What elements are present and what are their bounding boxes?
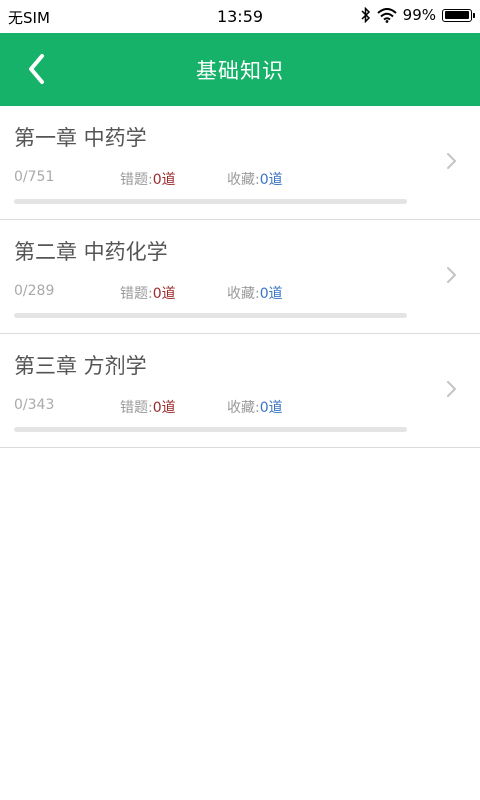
chapter-item-2[interactable]: 第二章 中药化学 0/289 错题:0道 收藏:0道 <box>0 220 480 334</box>
favorite-count: 收藏:0道 <box>227 283 283 303</box>
chevron-right-icon <box>447 153 457 169</box>
chapter-item-1[interactable]: 第一章 中药学 0/751 错题:0道 收藏:0道 <box>0 106 480 220</box>
favorite-value: 0道 <box>259 172 283 188</box>
favorite-label: 收藏: <box>227 172 260 188</box>
wrong-count: 错题:0道 <box>120 169 176 189</box>
wrong-count: 错题:0道 <box>120 283 176 303</box>
wrong-label: 错题: <box>120 400 153 416</box>
chapter-item-3[interactable]: 第三章 方剂学 0/343 错题:0道 收藏:0道 <box>0 334 480 448</box>
favorite-count: 收藏:0道 <box>227 397 283 417</box>
favorite-value: 0道 <box>259 286 283 302</box>
wrong-value: 0道 <box>152 286 176 302</box>
status-bar: 无SIM 13:59 99% <box>0 0 480 33</box>
nav-bar: 基础知识 <box>0 33 480 106</box>
wrong-label: 错题: <box>120 286 153 302</box>
battery-level <box>444 11 470 19</box>
chapter-progress: 0/751 <box>14 169 55 185</box>
wrong-count: 错题:0道 <box>120 397 176 417</box>
page-title: 基础知识 <box>196 59 284 83</box>
chevron-right-icon <box>447 267 457 283</box>
battery-percent: 99% <box>402 6 436 24</box>
favorite-value: 0道 <box>259 400 283 416</box>
chapter-title: 第三章 方剂学 <box>14 354 147 378</box>
battery-icon <box>442 8 475 22</box>
chapter-title: 第一章 中药学 <box>14 126 147 150</box>
chapter-progress: 0/289 <box>14 283 55 299</box>
wrong-value: 0道 <box>152 400 176 416</box>
chapter-progress: 0/343 <box>14 397 55 413</box>
progress-bar <box>14 313 407 318</box>
wrong-value: 0道 <box>152 172 176 188</box>
favorite-label: 收藏: <box>227 286 260 302</box>
wifi-icon <box>376 7 397 23</box>
status-right: 99% <box>361 6 475 24</box>
progress-bar <box>14 199 407 204</box>
chapter-title: 第二章 中药化学 <box>14 240 168 264</box>
progress-bar <box>14 427 407 432</box>
bluetooth-icon <box>361 7 370 23</box>
chapter-list: 第一章 中药学 0/751 错题:0道 收藏:0道 第二章 中药化学 0/289… <box>0 106 480 448</box>
favorite-label: 收藏: <box>227 400 260 416</box>
chevron-right-icon <box>447 381 457 397</box>
favorite-count: 收藏:0道 <box>227 169 283 189</box>
wrong-label: 错题: <box>120 172 153 188</box>
